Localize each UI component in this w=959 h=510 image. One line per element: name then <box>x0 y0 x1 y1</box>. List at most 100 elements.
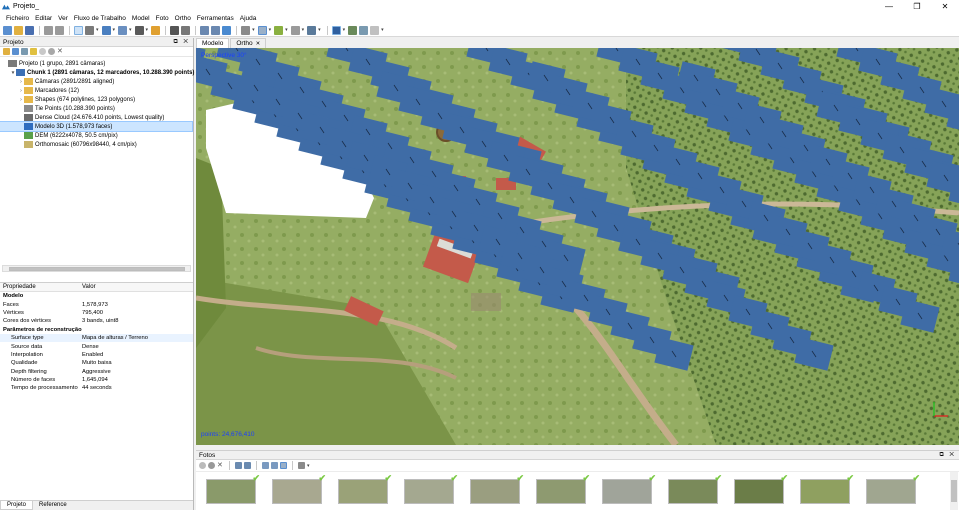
chevron-down-icon[interactable]: ▾ <box>285 27 288 33</box>
add-folder-icon[interactable] <box>21 48 28 55</box>
menu-foto[interactable]: Foto <box>153 15 172 22</box>
tab-modelo[interactable]: Modelo <box>196 38 230 48</box>
photo-thumbnail[interactable]: ✔ <box>668 473 722 504</box>
show-cameras-toggle-icon[interactable] <box>331 25 341 35</box>
chevron-down-icon[interactable]: ▾ <box>269 27 272 33</box>
menu-model[interactable]: Model <box>129 15 153 22</box>
tree-item[interactable]: › Shapes (674 polylines, 123 polygons) <box>0 95 135 104</box>
chevron-down-icon[interactable]: ▾ <box>146 27 149 33</box>
tree-item[interactable]: Tie Points (10.288.390 points) <box>0 104 115 113</box>
enable-icon[interactable] <box>199 462 206 469</box>
photo-thumbnail[interactable]: ✔ <box>470 473 524 504</box>
move-region-icon[interactable] <box>118 25 128 35</box>
property-row[interactable]: Depth filtering Aggressive <box>0 368 193 376</box>
chevron-down-icon[interactable]: ▾ <box>96 27 99 33</box>
open-folder-icon[interactable] <box>14 25 23 35</box>
redo-icon[interactable] <box>55 25 64 35</box>
add-chunk-icon[interactable] <box>3 48 10 55</box>
property-row[interactable]: Interpolation Enabled <box>0 351 193 359</box>
tree-item[interactable]: Orthomosaic (60796x98440, 4 cm/pix) <box>0 140 137 149</box>
photos-scrollbar[interactable] <box>950 472 958 510</box>
remove-items-icon[interactable]: ✕ <box>57 48 64 55</box>
chevron-down-icon[interactable]: ▾ <box>307 463 310 469</box>
tree-horizontal-scrollbar[interactable] <box>2 265 191 272</box>
undo-icon[interactable] <box>44 25 53 35</box>
tab-ortho[interactable]: Ortho ✕ <box>230 38 267 48</box>
rotate-right-icon[interactable] <box>244 462 251 469</box>
model-shaded-icon[interactable] <box>274 25 284 35</box>
save-icon[interactable] <box>25 25 34 35</box>
minimize-button[interactable]: — <box>875 0 903 13</box>
tab-projeto[interactable]: Projeto <box>0 501 34 510</box>
disable-icon[interactable] <box>48 48 55 55</box>
menu-fluxo-de-trabalho[interactable]: Fluxo de Trabalho <box>71 15 129 22</box>
zoom-in-icon[interactable] <box>200 25 210 35</box>
chevron-down-icon[interactable]: ▾ <box>129 27 132 33</box>
show-region-icon[interactable] <box>370 25 380 35</box>
menu-ver[interactable]: Ver <box>55 15 71 22</box>
disable-icon[interactable] <box>208 462 215 469</box>
property-row[interactable]: Surface type Mapa de alturas / Terreno <box>0 333 193 343</box>
photo-thumbnail[interactable]: ✔ <box>206 473 260 504</box>
enable-icon[interactable] <box>39 48 46 55</box>
navigation-cursor-icon[interactable] <box>74 25 83 35</box>
menu-ajuda[interactable]: Ajuda <box>237 15 260 22</box>
point-cloud-icon[interactable] <box>257 25 267 35</box>
menu-ortho[interactable]: Ortho <box>172 15 194 22</box>
model-viewport[interactable]: Perspective 30° points: 24,676,410 <box>196 48 959 445</box>
tree-item[interactable]: › Marcadores (12) <box>0 86 79 95</box>
menu-ficheiro[interactable]: Ficheiro <box>3 15 32 22</box>
property-row[interactable]: Source data Dense <box>0 342 193 350</box>
chevron-down-icon[interactable]: ▾ <box>381 27 384 33</box>
add-photos-icon[interactable] <box>12 48 19 55</box>
property-row[interactable]: Faces 1,578,973 <box>0 300 193 308</box>
reset-filter-icon[interactable] <box>280 462 287 469</box>
draw-polyline-icon[interactable] <box>134 25 144 35</box>
rectangle-selection-icon[interactable] <box>85 25 94 35</box>
property-row[interactable]: Qualidade Muito baixa <box>0 359 193 367</box>
tree-item[interactable]: DEM (6222x4078, 50.5 cm/pix) <box>0 131 118 140</box>
photo-thumbnail[interactable]: ✔ <box>536 473 590 504</box>
grid-icon[interactable] <box>307 25 317 35</box>
property-row[interactable]: Vértices 795,400 <box>0 309 193 317</box>
reset-view-icon[interactable] <box>222 25 232 35</box>
show-markers-icon[interactable] <box>348 25 358 35</box>
maximize-button[interactable]: ❐ <box>903 0 931 13</box>
tab-reference[interactable]: Reference <box>33 501 73 510</box>
menu-ferramentas[interactable]: Ferramentas <box>194 15 237 22</box>
chevron-down-icon[interactable]: ▾ <box>302 27 305 33</box>
chevron-down-icon[interactable]: ▾ <box>318 27 321 33</box>
show-shapes-icon[interactable] <box>359 25 369 35</box>
rotate-left-icon[interactable] <box>235 462 242 469</box>
tree-item[interactable]: Dense Cloud (24.676.410 points, Lowest q… <box>0 113 164 122</box>
tree-item[interactable]: ▾ Chunk 1 (2891 câmaras, 12 marcadores, 1… <box>0 68 204 77</box>
chevron-down-icon[interactable]: ▾ <box>113 27 116 33</box>
tiled-model-icon[interactable] <box>290 25 300 35</box>
menu-editar[interactable]: Editar <box>32 15 55 22</box>
tree-item[interactable]: › Câmaras (2891/2891 aligned) <box>0 77 114 86</box>
photo-thumbnail[interactable]: ✔ <box>272 473 326 504</box>
filter-by-point-icon[interactable] <box>262 462 269 469</box>
view-mode-icon[interactable] <box>298 462 305 469</box>
property-section[interactable]: Parâmetros de reconstrução <box>0 326 193 334</box>
remove-photos-icon[interactable]: ✕ <box>217 462 224 469</box>
tree-item[interactable]: Modelo 3D (1.578,973 faces) <box>0 121 193 132</box>
zoom-out-icon[interactable] <box>211 25 221 35</box>
delete-selection-icon[interactable] <box>170 25 180 35</box>
photo-thumbnail[interactable]: ✔ <box>800 473 854 504</box>
tree-item[interactable]: Projeto (1 grupo, 2891 câmaras) <box>0 59 105 68</box>
property-row[interactable]: Número de faces 1,645,094 <box>0 376 193 384</box>
ruler-icon[interactable] <box>151 25 161 35</box>
scrollbar-thumb[interactable] <box>9 267 185 271</box>
close-tab-icon[interactable]: ✕ <box>256 41 261 47</box>
property-row[interactable]: Cores dos vértices 3 bands, uint8 <box>0 317 193 325</box>
photo-thumbnail[interactable]: ✔ <box>734 473 788 504</box>
scrollbar-thumb[interactable] <box>951 480 957 502</box>
property-section[interactable]: Modelo <box>0 292 193 300</box>
photo-thumbnail[interactable]: ✔ <box>602 473 656 504</box>
photo-thumbnail[interactable]: ✔ <box>404 473 458 504</box>
chevron-down-icon[interactable]: ▾ <box>343 27 346 33</box>
rotate-object-icon[interactable] <box>101 25 111 35</box>
property-row[interactable]: Tempo de processamento 44 seconds <box>0 384 193 392</box>
photo-thumbnail[interactable]: ✔ <box>338 473 392 504</box>
